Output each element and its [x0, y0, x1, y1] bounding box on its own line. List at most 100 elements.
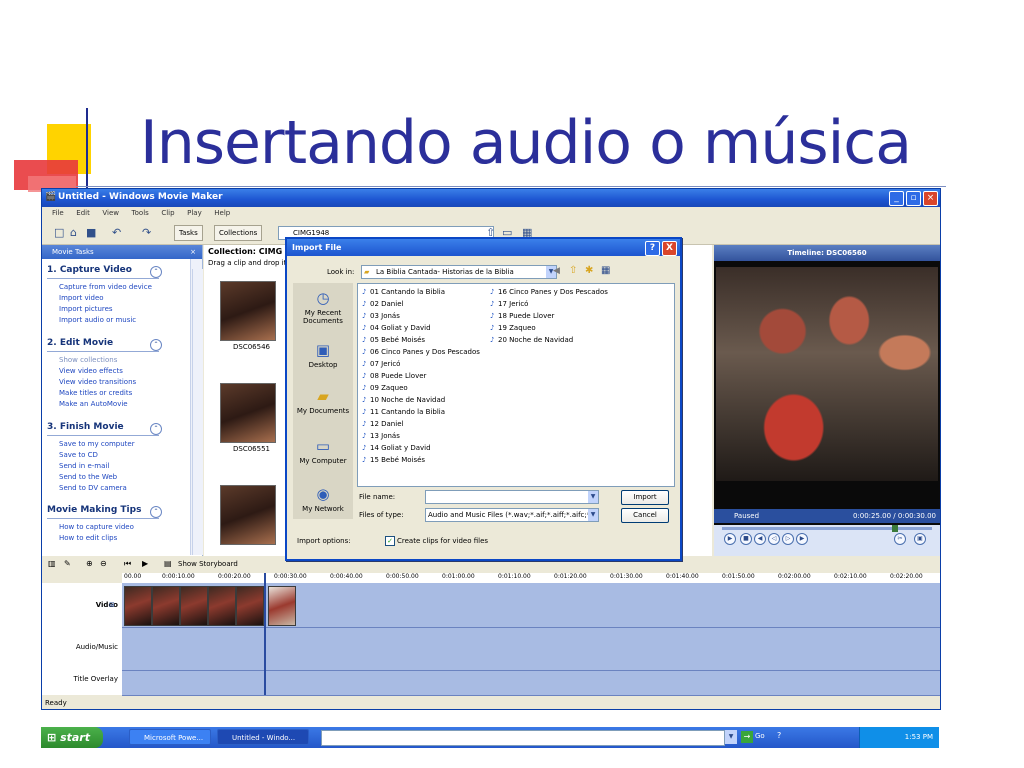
section-capture-video[interactable]: 1. Capture Video [47, 265, 132, 275]
window-titlebar[interactable]: 🎬 Untitled - Windows Movie Maker _ ▫ × [42, 189, 940, 207]
dialog-titlebar[interactable]: Import File ? X [287, 239, 680, 256]
close-button[interactable]: × [923, 191, 938, 206]
file-item[interactable]: 01 Cantando la Biblia [362, 288, 445, 296]
link-import-pictures[interactable]: Import pictures [59, 305, 113, 313]
place-my-network[interactable]: ◉ My Network [293, 485, 353, 513]
show-storyboard-button[interactable]: Show Storyboard [178, 560, 238, 568]
file-item[interactable]: 11 Cantando la Biblia [362, 408, 445, 416]
file-item[interactable]: 19 Zaqueo [490, 324, 536, 332]
place-desktop[interactable]: ▣ Desktop [293, 341, 353, 369]
taskbar-app-powerpoint[interactable]: Microsoft Powe... [129, 729, 211, 745]
rewind-timeline-icon[interactable]: ⏮ [124, 559, 131, 569]
address-bar-input[interactable] [321, 730, 725, 746]
file-item[interactable]: 02 Daniel [362, 300, 403, 308]
menu-help[interactable]: Help [214, 209, 230, 217]
link-save-to-my-computer[interactable]: Save to my computer [59, 440, 135, 448]
go-arrow-icon[interactable]: → [741, 731, 753, 743]
file-item[interactable]: 15 Bebé Moisés [362, 456, 425, 464]
zoom-out-icon[interactable]: ⊖ [100, 559, 107, 568]
import-button[interactable]: Import [621, 490, 669, 505]
dialog-close-button[interactable]: X [662, 241, 677, 256]
file-item[interactable]: 08 Puede Llover [362, 372, 426, 380]
collapse-icon[interactable]: ⌃ [150, 506, 162, 518]
chevron-down-icon[interactable]: ▼ [725, 730, 737, 744]
help-icon[interactable]: ? [777, 731, 781, 740]
link-show-collections[interactable]: Show collections [59, 356, 117, 364]
file-item[interactable]: 13 Jonás [362, 432, 400, 440]
play-timeline-icon[interactable]: ▶ [142, 559, 148, 568]
minimize-button[interactable]: _ [889, 191, 904, 206]
chevron-down-icon[interactable]: ▼ [588, 491, 598, 503]
next-frame-icon[interactable]: ▷ [782, 533, 794, 545]
place-my-documents[interactable]: ▰ My Documents [293, 387, 353, 415]
clip-thumbnail[interactable] [220, 281, 276, 341]
zoom-in-icon[interactable]: ⊕ [86, 559, 93, 568]
menu-tools[interactable]: Tools [132, 209, 149, 217]
menu-play[interactable]: Play [187, 209, 202, 217]
view-menu-icon[interactable]: ▦ [601, 265, 610, 276]
clip-thumbnail[interactable] [220, 485, 276, 545]
file-item[interactable]: 06 Cinco Panes y Dos Pescados [362, 348, 480, 356]
title-overlay-track[interactable] [122, 671, 940, 696]
file-item[interactable]: 09 Zaqueo [362, 384, 408, 392]
seek-bar[interactable] [722, 527, 932, 530]
link-send-to-dv-camera[interactable]: Send to DV camera [59, 484, 127, 492]
tasks-button[interactable]: Tasks [174, 225, 203, 241]
expand-track-icon[interactable]: ⊞ [109, 601, 115, 609]
file-item[interactable]: 07 Jericó [362, 360, 400, 368]
video-clip-selected[interactable] [268, 586, 296, 626]
video-clip[interactable] [180, 586, 208, 626]
link-save-to-cd[interactable]: Save to CD [59, 451, 98, 459]
create-new-folder-icon[interactable]: ✱ [585, 265, 593, 276]
collections-button[interactable]: Collections [214, 225, 263, 241]
taskbar-app-movie-maker[interactable]: Untitled - Windo... [217, 729, 309, 745]
link-how-to-edit-clips[interactable]: How to edit clips [59, 534, 117, 542]
link-import-audio-or-music[interactable]: Import audio or music [59, 316, 136, 324]
collection-left-scrollbar[interactable] [192, 269, 203, 555]
split-clip-icon[interactable]: ✂ [894, 533, 906, 545]
collapse-icon[interactable]: ⌃ [150, 266, 162, 278]
create-clips-checkbox[interactable]: ✓ [385, 536, 395, 546]
section-edit-movie[interactable]: 2. Edit Movie [47, 338, 113, 348]
menu-clip[interactable]: Clip [161, 209, 174, 217]
file-item[interactable]: 04 Goliat y David [362, 324, 431, 332]
place-my-recent-documents[interactable]: ◷ My Recent Documents [293, 289, 353, 325]
link-view-video-effects[interactable]: View video effects [59, 367, 123, 375]
narrate-icon[interactable]: ✎ [64, 559, 71, 568]
file-item[interactable]: 12 Daniel [362, 420, 403, 428]
storyboard-icon[interactable]: ▤ [164, 559, 172, 568]
menu-file[interactable]: File [52, 209, 64, 217]
collapse-icon[interactable]: ⌃ [150, 339, 162, 351]
video-clip[interactable] [124, 586, 152, 626]
menu-edit[interactable]: Edit [76, 209, 90, 217]
file-item[interactable]: 18 Puede Llover [490, 312, 554, 320]
file-item[interactable]: 17 Jericó [490, 300, 528, 308]
rewind-icon[interactable]: ◀ [754, 533, 766, 545]
audio-music-track[interactable] [122, 628, 940, 671]
files-of-type-select[interactable]: Audio and Music Files (*.wav;*.aif;*.aif… [425, 508, 599, 522]
link-send-to-the-web[interactable]: Send to the Web [59, 473, 117, 481]
playhead-indicator[interactable] [264, 573, 266, 695]
play-icon[interactable]: ▶ [724, 533, 736, 545]
stop-icon[interactable]: ■ [740, 533, 752, 545]
new-project-icon[interactable]: □ [54, 226, 64, 239]
maximize-button[interactable]: ▫ [906, 191, 921, 206]
video-track[interactable] [122, 583, 940, 628]
look-in-select[interactable]: ▰ La Biblia Cantada- Historias de la Bib… [361, 265, 557, 279]
menu-view[interactable]: View [102, 209, 119, 217]
link-capture-from-video-device[interactable]: Capture from video device [59, 283, 152, 291]
start-button[interactable]: ⊞ start [41, 727, 103, 748]
up-one-level-icon[interactable]: ⇧ [569, 265, 577, 276]
link-view-video-transitions[interactable]: View video transitions [59, 378, 136, 386]
save-project-icon[interactable]: ■ [86, 226, 96, 239]
previous-frame-icon[interactable]: ◁ [768, 533, 780, 545]
close-pane-icon[interactable]: × [190, 245, 196, 259]
chevron-down-icon[interactable]: ▼ [588, 509, 598, 521]
undo-icon[interactable]: ↶ [112, 226, 121, 239]
section-movie-making-tips[interactable]: Movie Making Tips [47, 505, 141, 515]
link-make-an-automovie[interactable]: Make an AutoMovie [59, 400, 128, 408]
set-audio-levels-icon[interactable]: ▥ [48, 559, 56, 568]
file-item[interactable]: 03 Jonás [362, 312, 400, 320]
file-item[interactable]: 10 Noche de Navidad [362, 396, 445, 404]
clip-thumbnail[interactable] [220, 383, 276, 443]
